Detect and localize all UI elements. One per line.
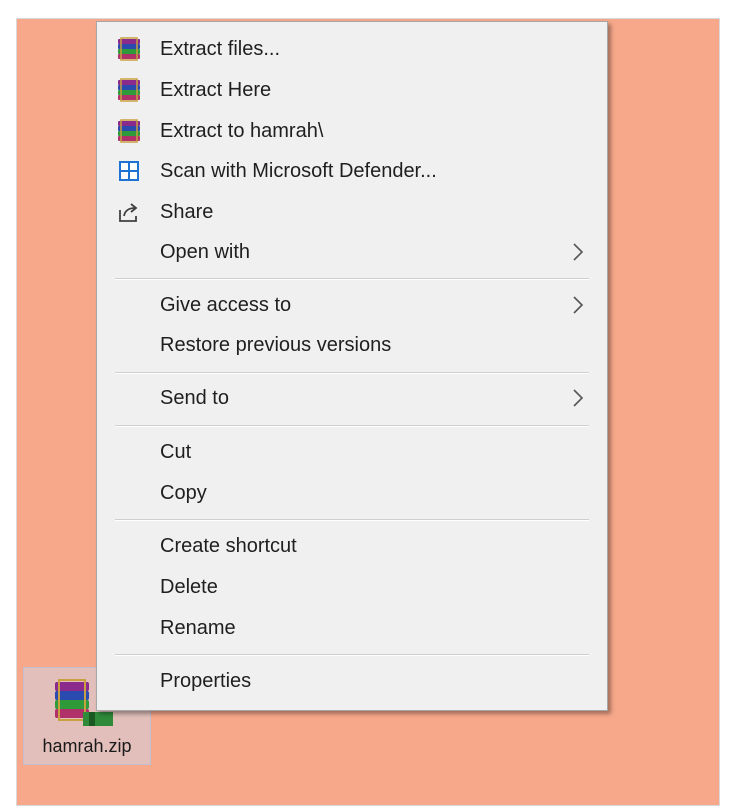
menu-item-label: Cut bbox=[160, 440, 192, 463]
menu-item-label: Delete bbox=[160, 575, 218, 598]
menu-item-rename[interactable]: Rename bbox=[97, 608, 607, 648]
menu-item-label: Scan with Microsoft Defender... bbox=[160, 159, 437, 182]
menu-separator bbox=[115, 519, 589, 521]
menu-item-scan-defender[interactable]: Scan with Microsoft Defender... bbox=[97, 151, 607, 191]
menu-item-label: Extract to hamrah\ bbox=[160, 119, 324, 142]
menu-item-restore-previous-versions[interactable]: Restore previous versions bbox=[97, 325, 607, 365]
menu-separator bbox=[115, 372, 589, 374]
chevron-right-icon bbox=[573, 296, 584, 314]
chevron-right-icon bbox=[573, 243, 584, 261]
winrar-icon bbox=[115, 76, 143, 104]
menu-item-properties[interactable]: Properties bbox=[97, 661, 607, 701]
menu-item-label: Send to bbox=[160, 386, 229, 409]
menu-item-cut[interactable]: Cut bbox=[97, 432, 607, 472]
menu-separator bbox=[115, 425, 589, 427]
menu-item-delete[interactable]: Delete bbox=[97, 567, 607, 607]
menu-item-label: Extract Here bbox=[160, 78, 272, 101]
desktop-file-name: hamrah.zip bbox=[42, 736, 132, 756]
menu-item-share[interactable]: Share bbox=[97, 192, 607, 232]
menu-item-extract-files[interactable]: Extract files... bbox=[97, 29, 607, 69]
menu-item-open-with[interactable]: Open with bbox=[97, 232, 607, 272]
menu-item-create-shortcut[interactable]: Create shortcut bbox=[97, 526, 607, 566]
menu-item-label: Copy bbox=[160, 481, 207, 504]
menu-item-label: Restore previous versions bbox=[160, 333, 392, 356]
menu-item-label: Share bbox=[160, 200, 214, 223]
winrar-icon bbox=[115, 35, 143, 63]
menu-item-extract-here[interactable]: Extract Here bbox=[97, 70, 607, 110]
menu-item-send-to[interactable]: Send to bbox=[97, 378, 607, 418]
context-menu: Extract files... Extract Here Extract to bbox=[96, 21, 608, 711]
menu-item-label: Properties bbox=[160, 669, 252, 692]
menu-separator bbox=[115, 278, 589, 280]
share-icon bbox=[115, 198, 143, 226]
menu-separator bbox=[115, 654, 589, 656]
menu-item-label: Create shortcut bbox=[160, 534, 297, 557]
menu-item-copy[interactable]: Copy bbox=[97, 473, 607, 513]
menu-item-label: Extract files... bbox=[160, 37, 281, 60]
winrar-icon bbox=[115, 117, 143, 145]
menu-item-label: Give access to bbox=[160, 293, 292, 316]
menu-item-label: Open with bbox=[160, 240, 251, 263]
menu-item-label: Rename bbox=[160, 616, 236, 639]
menu-item-give-access[interactable]: Give access to bbox=[97, 285, 607, 325]
chevron-right-icon bbox=[573, 389, 584, 407]
defender-shield-icon bbox=[115, 157, 143, 185]
menu-item-extract-to[interactable]: Extract to hamrah\ bbox=[97, 111, 607, 151]
